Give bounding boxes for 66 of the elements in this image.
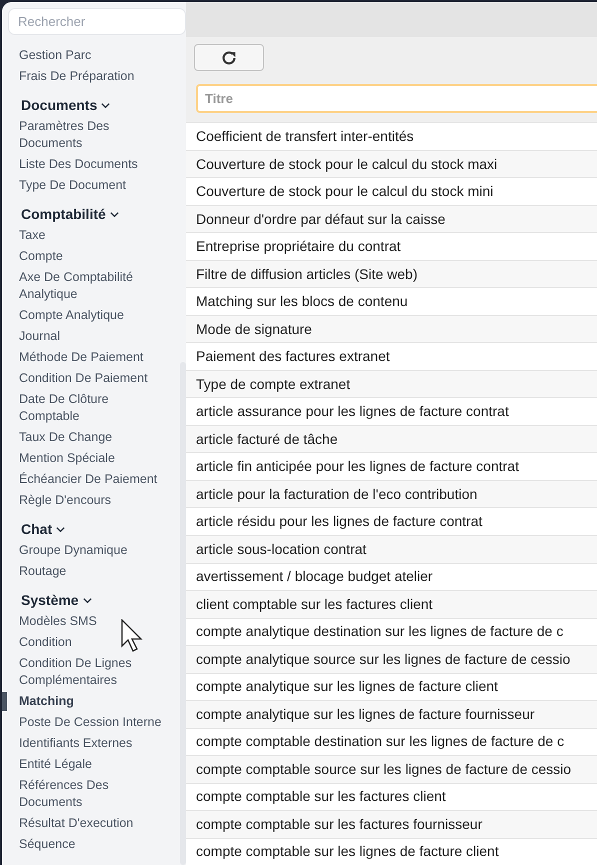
table-row[interactable]: avertissement / blocage budget atelier — [186, 562, 597, 590]
table-row[interactable]: article assurance pour les lignes de facture contrat — [186, 397, 597, 425]
table-row[interactable]: Filtre de diffusion articles (Site web) — [186, 260, 597, 288]
table-row[interactable]: compte analytique source sur les lignes de facture de cessio — [186, 645, 597, 673]
table-row[interactable]: compte analytique destination sur les lignes de facture de c — [186, 618, 597, 646]
refresh-icon — [220, 48, 238, 66]
sidebar-item[interactable]: Méthode De Paiement — [2, 347, 172, 368]
table-row[interactable]: Couverture de stock pour le calcul du stock maxi — [186, 150, 597, 178]
sidebar-item[interactable]: Résultat D'execution — [2, 813, 172, 834]
sidebar-item[interactable]: Paramètres Des Documents — [2, 116, 172, 154]
section-header[interactable]: Chat — [2, 518, 66, 540]
sidebar-item[interactable]: Poste De Cession Interne — [2, 712, 172, 733]
table-row[interactable]: article facturé de tâche — [186, 424, 597, 452]
table-row[interactable]: compte comptable sur les factures client — [186, 782, 597, 810]
sidebar-item[interactable]: Compte Analytique — [2, 305, 172, 326]
table-row[interactable]: Matching sur les blocs de contenu — [186, 287, 597, 315]
sidebar-item[interactable]: Journal — [2, 326, 172, 347]
sidebar-item[interactable]: Condition De Paiement — [2, 368, 172, 389]
sidebar-item[interactable]: Groupe Dynamique — [2, 540, 172, 561]
table-row[interactable]: Type de compte extranet — [186, 370, 597, 398]
sidebar-item[interactable]: Échéancier De Paiement — [2, 469, 172, 490]
table-row[interactable]: Couverture de stock pour le calcul du stock mini — [186, 177, 597, 205]
table-row[interactable]: compte comptable sur les factures fournisseur — [186, 810, 597, 838]
table-row[interactable]: Mode de signature — [186, 314, 597, 342]
table-row[interactable]: compte comptable destination sur les lignes de facture de c — [186, 728, 597, 756]
sidebar-item[interactable]: Mention Spéciale — [2, 448, 172, 469]
sidebar-item[interactable]: Condition De Lignes Complémentaires — [2, 653, 172, 691]
sidebar-item[interactable]: Liste Des Documents — [2, 154, 172, 175]
table-row[interactable]: compte analytique sur les lignes de facture client — [186, 672, 597, 700]
table-row[interactable]: Donneur d'ordre par défaut sur la caisse — [186, 204, 597, 232]
table-row[interactable]: Coefficient de transfert inter-entités — [186, 122, 597, 150]
sidebar-item[interactable]: Date De Clôture Comptable — [2, 389, 172, 427]
sidebar-item[interactable]: Taxe — [2, 225, 172, 246]
title-filter-field[interactable]: Titre — [196, 84, 597, 114]
scrollbar[interactable] — [180, 362, 186, 865]
sidebar-item[interactable]: Références Des Documents — [2, 775, 172, 813]
sidebar-item[interactable]: Compte — [2, 246, 172, 267]
table-row[interactable]: compte comptable sur les lignes de facture client — [186, 838, 597, 865]
table-row[interactable]: compte comptable source sur les lignes de facture de cessio — [186, 755, 597, 783]
sidebar-item[interactable]: Gestion Parc — [2, 45, 172, 66]
refresh-button[interactable] — [194, 44, 264, 71]
sidebar-item[interactable]: Identifiants Externes — [2, 733, 172, 754]
table-row[interactable]: client comptable sur les factures client — [186, 590, 597, 618]
table-row[interactable]: Entreprise propriétaire du contrat — [186, 232, 597, 260]
sidebar-item[interactable]: Condition — [2, 632, 172, 653]
sidebar-item[interactable]: Matching — [2, 691, 172, 712]
table-row[interactable]: article sous-location contrat — [186, 534, 597, 562]
sidebar-item[interactable]: Axe De Comptabilité Analytique — [2, 267, 172, 305]
sidebar-item[interactable]: Taux De Change — [2, 427, 172, 448]
table-row[interactable]: Paiement des factures extranet — [186, 342, 597, 370]
sidebar-item[interactable]: Routage — [2, 561, 172, 582]
sidebar-item[interactable]: Modèles SMS — [2, 611, 172, 632]
section-header[interactable]: Système — [2, 589, 93, 611]
active-indicator — [2, 692, 7, 711]
sidebar-item[interactable]: Entité Légale — [2, 754, 172, 775]
table-row[interactable]: article résidu pour les lignes de facture contrat — [186, 507, 597, 535]
sidebar-item[interactable]: Frais De Préparation — [2, 66, 172, 87]
sidebar-item[interactable]: Règle D'encours — [2, 490, 172, 511]
table-row[interactable]: compte analytique sur les lignes de facture fournisseur — [186, 700, 597, 728]
table-row[interactable]: article fin anticipée pour les lignes de facture contrat — [186, 452, 597, 480]
search-field[interactable]: Rechercher — [8, 8, 186, 35]
section-header[interactable]: Documents — [2, 94, 112, 116]
sidebar-item[interactable]: Type De Document — [2, 175, 172, 196]
table-row[interactable]: article pour la facturation de l'eco contribution — [186, 480, 597, 508]
sidebar-item[interactable]: Séquence — [2, 834, 172, 855]
section-header[interactable]: Comptabilité — [2, 203, 120, 225]
